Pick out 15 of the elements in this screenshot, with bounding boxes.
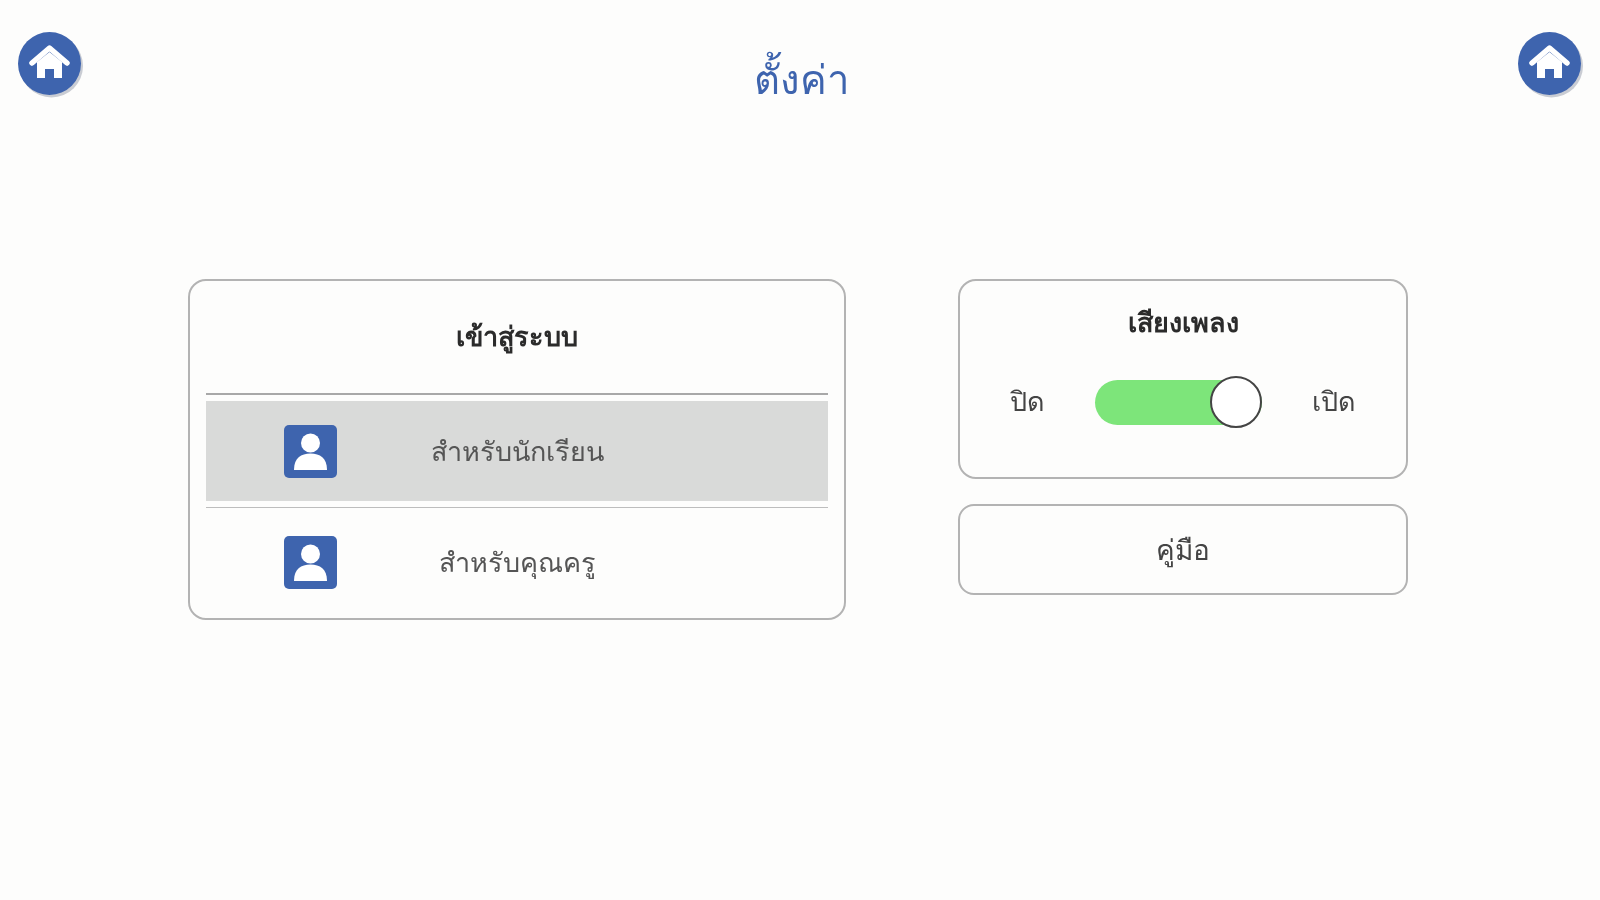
page-title: ตั้งค่า [753,52,849,108]
panel-title: เข้าสู่ระบบ [455,320,579,356]
home-button[interactable] [1518,32,1584,98]
user-icon [284,535,337,589]
login-option[interactable]: สำหรับนักเรียน [206,401,828,501]
manual-button[interactable]: คู่มือ [958,504,1408,595]
home-icon [18,32,84,98]
off-label: ปิด [1010,385,1045,419]
toggle-knob[interactable] [1210,376,1262,428]
login-option[interactable]: สำหรับคุณครู [206,508,828,616]
on-label: เปิด [1312,385,1356,419]
home-icon [1518,32,1584,98]
panel-title: เสียงเพลง [1127,306,1239,340]
home-button[interactable] [18,32,84,98]
user-icon [284,424,337,478]
